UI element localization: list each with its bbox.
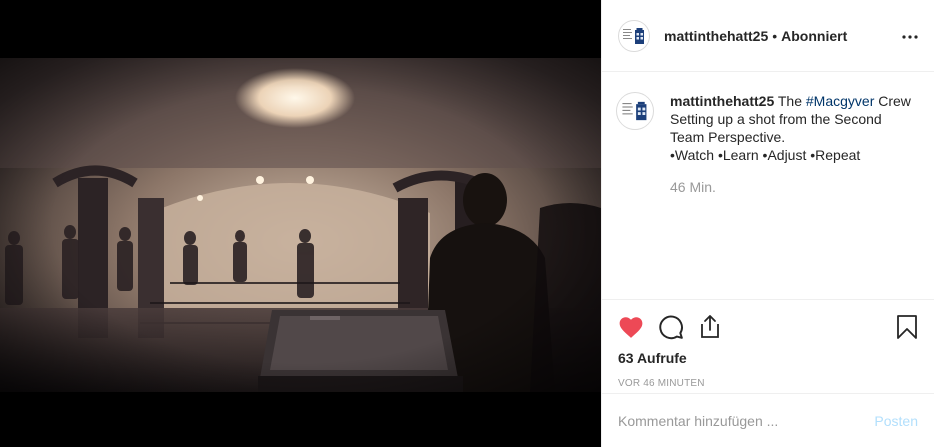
hashtag-link[interactable]: #Macgyver (806, 93, 874, 109)
more-options-icon[interactable] (902, 23, 918, 49)
heart-icon (619, 317, 643, 338)
caption-avatar[interactable] (616, 92, 654, 130)
video-frame[interactable] (0, 58, 601, 392)
follow-status-button[interactable]: Abonniert (781, 28, 847, 44)
caption-line3: Team Perspective. (670, 129, 786, 145)
caption-line2: Setting up a shot from the Second (670, 111, 882, 127)
avatar[interactable] (618, 19, 650, 52)
comment-input[interactable] (618, 412, 875, 429)
post-comment-button[interactable]: Posten (874, 413, 918, 429)
bookmark-icon (897, 315, 917, 339)
post-dialog: mattinthehatt25 • Abonniert mattinthehat… (0, 0, 934, 447)
post-sidebar: mattinthehatt25 • Abonniert mattinthehat… (601, 0, 934, 447)
tardis-logo-icon (620, 21, 648, 50)
action-bar (602, 300, 934, 344)
bookmark-button[interactable] (896, 314, 918, 340)
like-button[interactable] (618, 315, 644, 339)
comment-button[interactable] (658, 314, 684, 340)
tardis-logo-icon (619, 95, 651, 127)
caption-text-before: The (774, 93, 806, 109)
post-header: mattinthehatt25 • Abonniert (602, 0, 934, 72)
header-username[interactable]: mattinthehatt25 (664, 28, 768, 44)
caption-text: mattinthehatt25 The #Macgyver Crew Setti… (670, 92, 911, 164)
caption-line4: •Watch •Learn •Adjust •Repeat (670, 147, 861, 163)
posted-ago[interactable]: vor 46 Minuten (602, 366, 934, 389)
share-icon (701, 315, 719, 338)
caption-line1-rest: Crew (874, 93, 911, 109)
post-video[interactable] (0, 0, 601, 447)
caption-time[interactable]: 46 Min. (670, 179, 918, 195)
header-separator: • (772, 27, 778, 44)
caption-section: mattinthehatt25 The #Macgyver Crew Setti… (602, 72, 934, 300)
view-count[interactable]: 63 Aufrufe (602, 344, 934, 366)
caption: mattinthehatt25 The #Macgyver Crew Setti… (616, 92, 918, 164)
share-button[interactable] (698, 314, 722, 340)
comment-form: Posten (602, 393, 934, 447)
comment-icon (659, 315, 683, 340)
caption-username[interactable]: mattinthehatt25 (670, 93, 774, 109)
